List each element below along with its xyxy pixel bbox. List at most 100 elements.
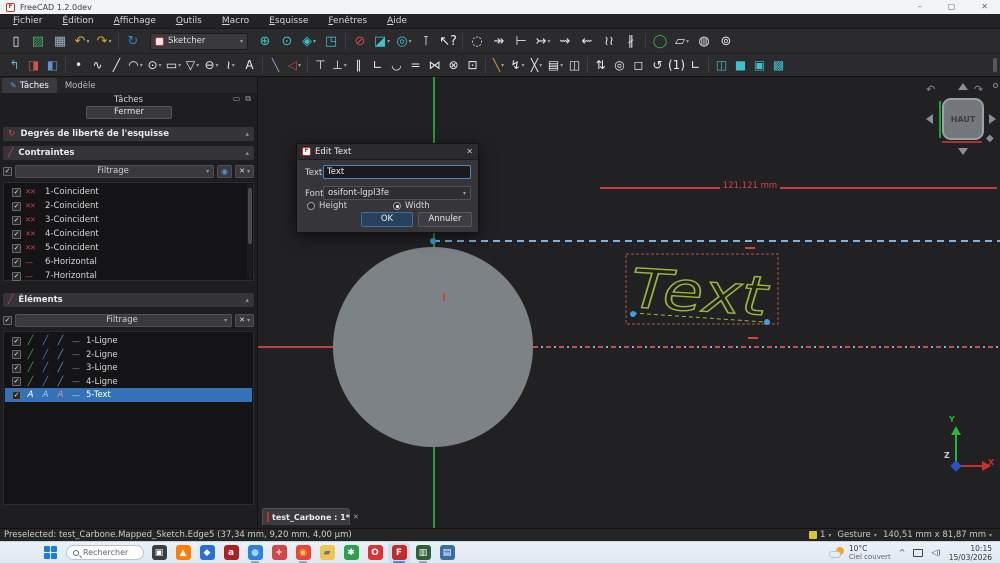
overlay-frame-icon[interactable]: ◫ [565,56,584,75]
tab-taches[interactable]: ✎ Tâches [2,78,57,93]
width-radio-group[interactable]: Width [393,201,430,211]
chevron-down-icon[interactable]: ▾ [560,62,563,69]
create-point-icon[interactable]: • [69,56,88,75]
height-radio[interactable] [307,202,315,210]
float-panel-icon[interactable]: ▭ [233,94,241,104]
menu-affichage[interactable]: Affichage [105,14,165,29]
constraints-filter-select[interactable]: Filtrage ▾ [15,165,214,178]
chevron-down-icon[interactable]: ▾ [522,62,525,69]
section-dof[interactable]: ↻ Degrés de liberté de l'esquisse ▴ [3,127,254,141]
opera-icon[interactable]: O [364,543,386,563]
view-dimensions-selector[interactable]: 140,51 mm x 81,87 mm ▾ [883,530,992,540]
dialog-title-bar[interactable]: F Edit Text ✕ [297,144,478,160]
rotate-left-icon[interactable]: ↶ [926,83,935,96]
constrain-parallel-icon[interactable]: ∥ [349,56,368,75]
edge-browser-icon[interactable]: ● [244,543,266,563]
menu-esquisse[interactable]: Esquisse [260,14,317,29]
chevron-down-icon[interactable]: ▾ [344,62,347,69]
taskbar-clock[interactable]: 10:15 15/03/2026 [949,544,992,562]
row-checkbox[interactable]: ✓ [12,337,21,346]
validate-sketch-icon[interactable]: ⊚ [715,31,737,52]
row-checkbox[interactable]: ✓ [12,230,21,239]
chevron-down-icon[interactable]: ▾ [86,38,89,45]
constraint-row[interactable]: ✓✕✕3-Coincident [5,213,246,227]
collapse-arrow-icon[interactable]: ▴ [245,130,249,138]
text-input[interactable] [323,165,471,179]
element-row[interactable]: ✓ ╱ ╱ ╱ — 2-Ligne [5,348,246,362]
nav-rotate-dot-icon[interactable] [993,83,998,88]
tab-modele[interactable]: Modèle [57,78,104,93]
constraint-row[interactable]: ✓✕✕1-Coincident [5,185,246,199]
save-file-icon[interactable]: ▦ [49,31,71,52]
row-checkbox[interactable]: ✓ [12,350,21,359]
chevron-down-icon[interactable]: ▾ [196,62,199,69]
carbon-copy-icon[interactable]: ▱▾ [671,31,693,52]
constrain-equal-icon[interactable]: = [406,56,425,75]
grid-toggle-icon[interactable]: ◫ [712,56,731,75]
constraints-settings-button[interactable]: ✕ ▾ [235,165,254,178]
collapse-arrow-icon[interactable]: ▴ [245,296,249,304]
ellipse-tools-icon[interactable]: ◍ [693,31,715,52]
section-constraints[interactable]: ╱ Contraintes ▴ [3,146,254,160]
bspline-comb-icon[interactable]: ∦ [620,31,642,52]
view-section-icon[interactable]: ◧ [43,56,62,75]
menu-outils[interactable]: Outils [167,14,211,29]
constraint-row[interactable]: ✓✕✕2-Coincident [5,199,246,213]
visual-layer-icon[interactable]: ╳▾ [527,56,546,75]
join-curves-icon[interactable]: ↣▾ [532,31,554,52]
menu-macro[interactable]: Macro [213,14,258,29]
nav-arrow-down-icon[interactable] [958,148,968,155]
sharex-icon[interactable]: ✱ [340,543,362,563]
isometric-view-icon[interactable]: ◈▾ [298,31,320,52]
chevron-down-icon[interactable]: ▾ [298,62,301,69]
select-elements-icon[interactable]: ◻ [629,56,648,75]
create-arc-icon[interactable]: ◠▾ [126,56,145,75]
create-rectangle-icon[interactable]: ▭▾ [164,56,183,75]
workbench-selector[interactable]: Sketcher ▾ [150,33,248,50]
leave-sketch-icon[interactable]: ↰ [5,56,24,75]
text-start-point[interactable] [630,311,636,317]
chevron-down-icon[interactable]: ▾ [501,62,504,69]
create-polyline-icon[interactable]: ∿ [88,56,107,75]
bspline-degree-icon[interactable]: ≀≀ [598,31,620,52]
chevron-down-icon[interactable]: ▾ [547,38,550,45]
chevron-down-icon[interactable]: ▾ [108,38,111,45]
row-checkbox[interactable]: ✓ [12,258,21,267]
row-checkbox[interactable]: ✓ [12,377,21,386]
mini-cube-icon[interactable]: ◆ [986,133,994,144]
chevron-down-icon[interactable]: ▾ [178,62,181,69]
document-tab[interactable]: test_Carbone : 1* ✕ [262,508,350,525]
height-radio-group[interactable]: Height [307,201,347,211]
chevron-down-icon[interactable]: ▾ [159,62,162,69]
view-cube-icon[interactable]: ◪▾ [371,31,393,52]
chevron-down-icon[interactable]: ▾ [686,38,689,45]
element-row[interactable]: ✓ ╱ ╱ ╱ — 4-Ligne [5,375,246,389]
snap-toggle-icon[interactable]: ■ [731,56,750,75]
constrain-distance-icon[interactable]: ⊥▾ [330,56,349,75]
collapse-arrow-icon[interactable]: ▴ [245,149,249,157]
element-row-selected[interactable]: ✓ A A A — 5-Text [5,388,252,402]
toggle-construction-icon[interactable]: ◁▾ [285,56,304,75]
row-checkbox[interactable]: ✓ [12,272,21,281]
view-sketch-icon[interactable]: ◨ [24,56,43,75]
redo-icon[interactable]: ↷▾ [93,31,115,52]
constraint-extras-icon[interactable]: ⊡ [463,56,482,75]
cancel-button[interactable]: Annuler [418,212,472,227]
toggle-driving-icon[interactable]: ╲▾ [489,56,508,75]
element-row[interactable]: ✓ ╱ ╱ ╱ — 3-Ligne [5,361,246,375]
rotate-right-icon[interactable]: ↷ [974,83,983,96]
chevron-down-icon[interactable]: ▾ [232,62,235,69]
close-tab-icon[interactable]: ✕ [353,513,359,521]
periodic-bspline-icon[interactable]: ◯ [649,31,671,52]
task-view-icon[interactable]: ▣ [148,543,170,563]
security-shield-icon[interactable]: ◆ [196,543,218,563]
constraint-row[interactable]: ✓—7-Horizontal [5,269,246,283]
constrain-symmetric-icon[interactable]: ⋈ [425,56,444,75]
sketch-text-element[interactable]: Text [625,253,781,327]
element-row[interactable]: ✓ ╱ ╱ ╱ — 1-Ligne [5,334,246,348]
fit-all-icon[interactable]: ⊕ [254,31,276,52]
row-checkbox[interactable]: ✓ [12,244,21,253]
constraint-row[interactable]: ✓—6-Horizontal [5,255,246,269]
create-slot-icon[interactable]: ⊖▾ [202,56,221,75]
constrain-block-icon[interactable]: ⊗ [444,56,463,75]
